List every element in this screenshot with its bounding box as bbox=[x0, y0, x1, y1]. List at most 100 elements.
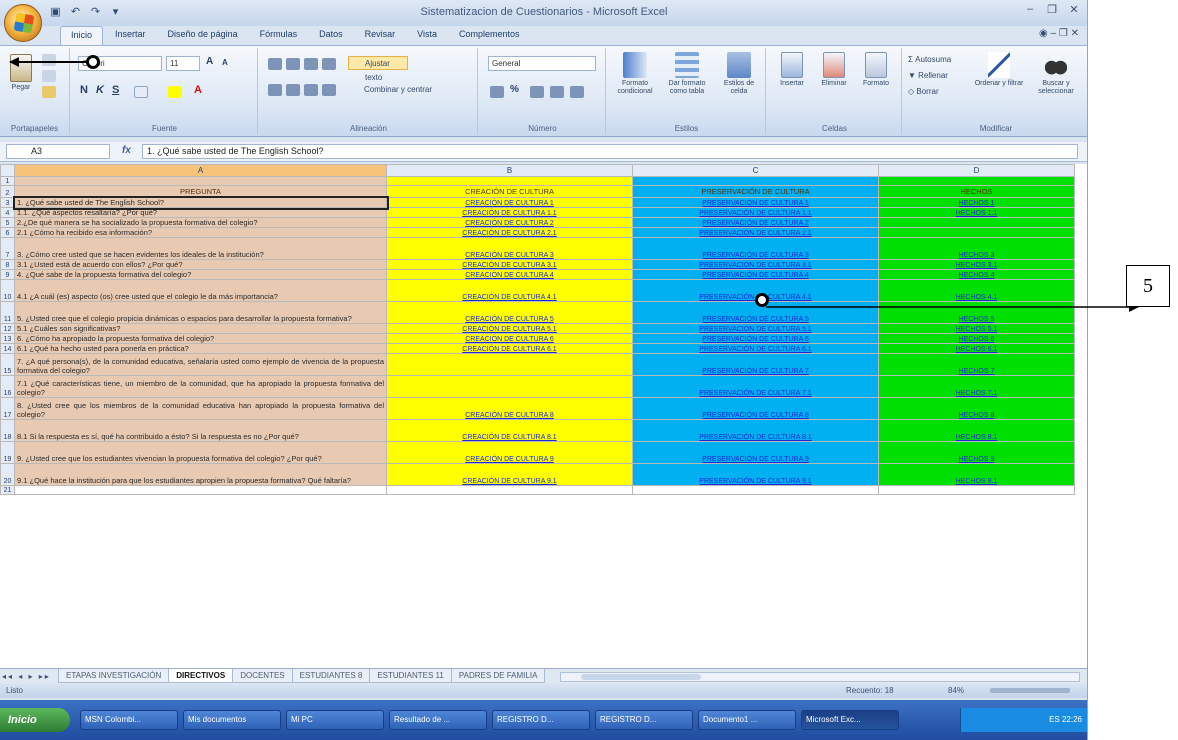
name-box[interactable]: A3 bbox=[6, 144, 110, 159]
creacion-cell[interactable]: CREACIÓN DE CULTURA 9.1 bbox=[386, 463, 633, 486]
hechos-cell[interactable]: HECHOS 5.1 bbox=[878, 323, 1075, 334]
underline-icon[interactable]: S bbox=[112, 84, 119, 96]
hyperlink[interactable]: PRESERVACIÓN DE CULTURA 4 bbox=[702, 272, 809, 279]
format-as-table-button[interactable]: Dar formato como tabla bbox=[662, 52, 712, 96]
creacion-cell[interactable]: CREACIÓN DE CULTURA 8.1 bbox=[386, 419, 633, 442]
preservacion-cell[interactable]: PRESERVACIÓN DE CULTURA 9.1 bbox=[632, 463, 879, 486]
hyperlink[interactable]: PRESERVACIÓN DE CULTURA 5 bbox=[702, 316, 809, 323]
italic-icon[interactable]: K bbox=[96, 84, 104, 96]
hyperlink[interactable]: HECHOS 6 bbox=[959, 336, 995, 343]
tab-1[interactable]: Insertar bbox=[105, 26, 156, 46]
preservacion-cell[interactable]: PRESERVACIÓN DE CULTURA 1.1 bbox=[632, 207, 879, 218]
sheet-tab-5[interactable]: PADRES DE FAMILIA bbox=[450, 669, 546, 683]
hyperlink[interactable]: CREACIÓN DE CULTURA 4.1 bbox=[462, 294, 556, 301]
hechos-cell[interactable]: HECHOS 9 bbox=[878, 441, 1075, 464]
sort-filter-button[interactable]: Ordenar y filtrar bbox=[972, 52, 1026, 88]
row-header[interactable]: 10 bbox=[0, 279, 15, 302]
preservacion-cell[interactable]: PRESERVACIÓN DE CULTURA 5 bbox=[632, 301, 879, 324]
creacion-cell[interactable] bbox=[386, 375, 633, 398]
row-header[interactable]: 17 bbox=[0, 397, 15, 420]
grow-font-icon[interactable]: A bbox=[206, 56, 213, 67]
row-header[interactable]: 2 bbox=[0, 185, 15, 198]
tab-5[interactable]: Revisar bbox=[355, 26, 406, 46]
creacion-cell[interactable]: CREACIÓN DE CULTURA 3 bbox=[386, 237, 633, 260]
close-button[interactable]: ✕ bbox=[1066, 3, 1082, 16]
cell[interactable] bbox=[878, 176, 1075, 186]
question-cell[interactable]: 3.1 ¿Usted está de acuerdo con ellos? ¿P… bbox=[14, 259, 387, 270]
hechos-cell[interactable]: HECHOS 4.1 bbox=[878, 279, 1075, 302]
creacion-cell[interactable]: CREACIÓN DE CULTURA 1.1 bbox=[386, 207, 633, 218]
taskbar-item-6[interactable]: Documento1 ... bbox=[698, 710, 796, 730]
hyperlink[interactable]: CREACIÓN DE CULTURA 2 bbox=[465, 220, 554, 227]
taskbar-item-5[interactable]: REGISTRO D... bbox=[595, 710, 693, 730]
preservacion-cell[interactable]: PRESERVACIÓN DE CULTURA 4 bbox=[632, 269, 879, 280]
question-cell[interactable]: 8. ¿Usted cree que los miembros de la co… bbox=[14, 397, 387, 420]
creacion-cell[interactable]: CREACIÓN DE CULTURA 5 bbox=[386, 301, 633, 324]
select-all-corner[interactable] bbox=[0, 164, 15, 177]
creacion-cell[interactable]: CREACIÓN DE CULTURA 4 bbox=[386, 269, 633, 280]
hyperlink[interactable]: CREACIÓN DE CULTURA 9 bbox=[465, 456, 554, 463]
row-header[interactable]: 15 bbox=[0, 353, 15, 376]
formula-input[interactable]: 1. ¿Qué sabe usted de The English School… bbox=[142, 144, 1078, 159]
cell[interactable] bbox=[386, 176, 633, 186]
hyperlink[interactable]: PRESERVACIÓN DE CULTURA 3 bbox=[702, 252, 809, 259]
cell[interactable] bbox=[632, 485, 879, 495]
autosum-button[interactable]: Σ Autosuma bbox=[908, 56, 968, 64]
creacion-cell[interactable]: CREACIÓN DE CULTURA 8 bbox=[386, 397, 633, 420]
creacion-cell[interactable]: CREACIÓN DE CULTURA 4.1 bbox=[386, 279, 633, 302]
merge-center-button[interactable]: Combinar y centrar bbox=[348, 86, 468, 94]
conditional-format-button[interactable]: Formato condicional bbox=[612, 52, 658, 96]
creacion-cell[interactable]: CREACIÓN DE CULTURA 9 bbox=[386, 441, 633, 464]
align-bottom-icon[interactable] bbox=[304, 58, 318, 70]
hechos-cell[interactable]: HECHOS 3.1 bbox=[878, 259, 1075, 270]
wrap-text-button[interactable]: Ajustar texto bbox=[348, 56, 408, 82]
row-header[interactable]: 20 bbox=[0, 463, 15, 486]
sheet-tab-4[interactable]: ESTUDIANTES 11 bbox=[369, 669, 452, 683]
decrease-indent-icon[interactable] bbox=[322, 84, 336, 96]
help-controls[interactable]: ◉ – ❐ ✕ bbox=[1039, 28, 1079, 39]
insert-cells-button[interactable]: Insertar bbox=[772, 52, 812, 88]
preservacion-cell[interactable]: PRESERVACIÓN DE CULTURA 3.1 bbox=[632, 259, 879, 270]
hechos-cell[interactable] bbox=[878, 227, 1075, 238]
question-cell[interactable]: 6. ¿Cómo ha apropiado la propuesta forma… bbox=[14, 333, 387, 344]
question-cell[interactable]: 8.1 Si la respuesta es sí, qué ha contri… bbox=[14, 419, 387, 442]
hyperlink[interactable]: PRESERVACIÓN DE CULTURA 8.1 bbox=[699, 434, 811, 441]
minimize-button[interactable]: – bbox=[1022, 3, 1038, 16]
hyperlink[interactable]: PRESERVACIÓN DE CULTURA 9.1 bbox=[699, 478, 811, 485]
hyperlink[interactable]: HECHOS 5.1 bbox=[956, 326, 998, 333]
column-header-d[interactable]: D bbox=[878, 164, 1075, 177]
creacion-cell[interactable]: CREACIÓN DE CULTURA 2 bbox=[386, 217, 633, 228]
hechos-cell[interactable]: HECHOS 9.1 bbox=[878, 463, 1075, 486]
orientation-icon[interactable] bbox=[322, 58, 336, 70]
cell[interactable] bbox=[14, 176, 387, 186]
hyperlink[interactable]: PRESERVACIÓN DE CULTURA 8 bbox=[702, 412, 809, 419]
hyperlink[interactable]: PRESERVACIÓN DE CULTURA 5.1 bbox=[699, 326, 811, 333]
hyperlink[interactable]: CREACIÓN DE CULTURA 1 bbox=[465, 200, 554, 207]
question-cell[interactable]: 4. ¿Qué sabe de la propuesta formativa d… bbox=[14, 269, 387, 280]
row-header[interactable]: 19 bbox=[0, 441, 15, 464]
row-header[interactable]: 21 bbox=[0, 485, 15, 495]
fill-color-icon[interactable] bbox=[168, 86, 182, 98]
hechos-cell[interactable]: HECHOS 5 bbox=[878, 301, 1075, 324]
hyperlink[interactable]: CREACIÓN DE CULTURA 5 bbox=[465, 316, 554, 323]
hechos-cell[interactable]: HECHOS 4 bbox=[878, 269, 1075, 280]
delete-cells-button[interactable]: Eliminar bbox=[814, 52, 854, 88]
hyperlink[interactable]: HECHOS 9.1 bbox=[956, 478, 998, 485]
cell[interactable] bbox=[632, 176, 879, 186]
hyperlink[interactable]: PRESERVACIÓN DE CULTURA 2 bbox=[702, 220, 809, 227]
hechos-cell[interactable]: HECHOS 7 bbox=[878, 353, 1075, 376]
preservacion-cell[interactable]: PRESERVACIÓN DE CULTURA 3 bbox=[632, 237, 879, 260]
hyperlink[interactable]: CREACIÓN DE CULTURA 5.1 bbox=[462, 326, 556, 333]
hyperlink[interactable]: CREACIÓN DE CULTURA 3.1 bbox=[462, 262, 556, 269]
clear-button[interactable]: ◇ Borrar bbox=[908, 88, 968, 96]
fill-button[interactable]: ▼ Rellenar bbox=[908, 72, 968, 80]
hyperlink[interactable]: CREACIÓN DE CULTURA 3 bbox=[465, 252, 554, 259]
hyperlink[interactable]: PRESERVACIÓN DE CULTURA 6 bbox=[702, 336, 809, 343]
sheet-tab-3[interactable]: ESTUDIANTES 8 bbox=[291, 669, 371, 683]
row-header[interactable]: 4 bbox=[0, 207, 15, 218]
zoom-slider[interactable] bbox=[990, 688, 1070, 693]
office-button[interactable] bbox=[4, 4, 42, 42]
hyperlink[interactable]: PRESERVACIÓN DE CULTURA 9 bbox=[702, 456, 809, 463]
hyperlink[interactable]: HECHOS 3.1 bbox=[956, 262, 998, 269]
hyperlink[interactable]: HECHOS 8 bbox=[959, 412, 995, 419]
